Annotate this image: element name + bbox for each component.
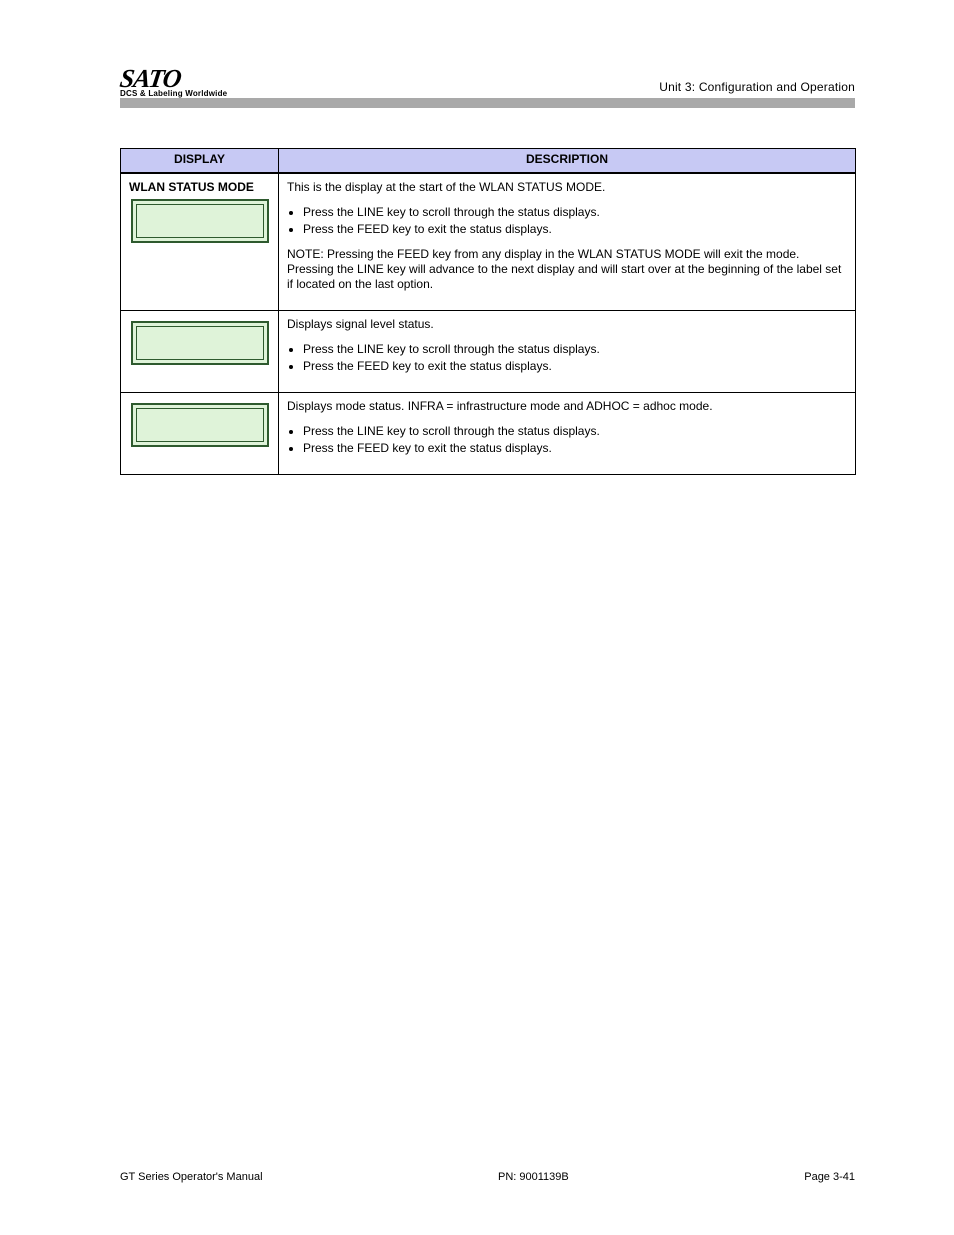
table-head-row: DISPLAY DESCRIPTION [121, 149, 856, 173]
table-row: Displays mode status. INFRA = infrastruc… [121, 392, 856, 474]
list-item: Press the LINE key to scroll through the… [303, 342, 847, 357]
list-item: Press the LINE key to scroll through the… [303, 424, 847, 439]
display-cell: WLAN STATUS MODE [121, 173, 279, 311]
lcd-display-icon [131, 199, 269, 243]
table-row: Displays signal level status. Press the … [121, 310, 856, 392]
page-footer: GT Series Operator's Manual PN: 9001139B… [120, 1171, 855, 1183]
page-root: SATO DCS & Labeling Worldwide Unit 3: Co… [0, 0, 954, 1235]
step-title: WLAN STATUS MODE [129, 180, 270, 195]
lcd-display-icon [131, 403, 269, 447]
desc-paragraph: Displays mode status. INFRA = infrastruc… [287, 399, 847, 414]
list-item: Press the LINE key to scroll through the… [303, 205, 847, 220]
desc-paragraph: This is the display at the start of the … [287, 180, 847, 195]
display-cell [121, 392, 279, 474]
desc-paragraph: Displays signal level status. [287, 317, 847, 332]
description-cell: Displays signal level status. Press the … [279, 310, 856, 392]
list-item: Press the FEED key to exit the status di… [303, 441, 847, 456]
desc-bullets: Press the LINE key to scroll through the… [303, 205, 847, 237]
description-cell: This is the display at the start of the … [279, 173, 856, 311]
section-heading: Unit 3: Configuration and Operation [659, 80, 855, 98]
description-cell: Displays mode status. INFRA = infrastruc… [279, 392, 856, 474]
col-header-display: DISPLAY [121, 149, 279, 173]
desc-bullets: Press the LINE key to scroll through the… [303, 342, 847, 374]
footer-doc-title: GT Series Operator's Manual [120, 1171, 263, 1183]
list-item: Press the FEED key to exit the status di… [303, 222, 847, 237]
header-divider-bar [120, 98, 855, 108]
desc-bullets: Press the LINE key to scroll through the… [303, 424, 847, 456]
page-header: SATO DCS & Labeling Worldwide Unit 3: Co… [120, 56, 855, 98]
footer-pn: PN: 9001139B [498, 1171, 569, 1183]
logo: SATO DCS & Labeling Worldwide [120, 66, 227, 98]
table-row: WLAN STATUS MODE This is the display at … [121, 173, 856, 311]
mode-table: DISPLAY DESCRIPTION WLAN STATUS MODE [120, 148, 856, 475]
display-cell [121, 310, 279, 392]
list-item: Press the FEED key to exit the status di… [303, 359, 847, 374]
desc-note: NOTE: Pressing the FEED key from any dis… [287, 247, 847, 292]
lcd-display-icon [131, 321, 269, 365]
col-header-description: DESCRIPTION [279, 149, 856, 173]
footer-page: Page 3-41 [804, 1171, 855, 1183]
logo-text: SATO [118, 66, 182, 92]
